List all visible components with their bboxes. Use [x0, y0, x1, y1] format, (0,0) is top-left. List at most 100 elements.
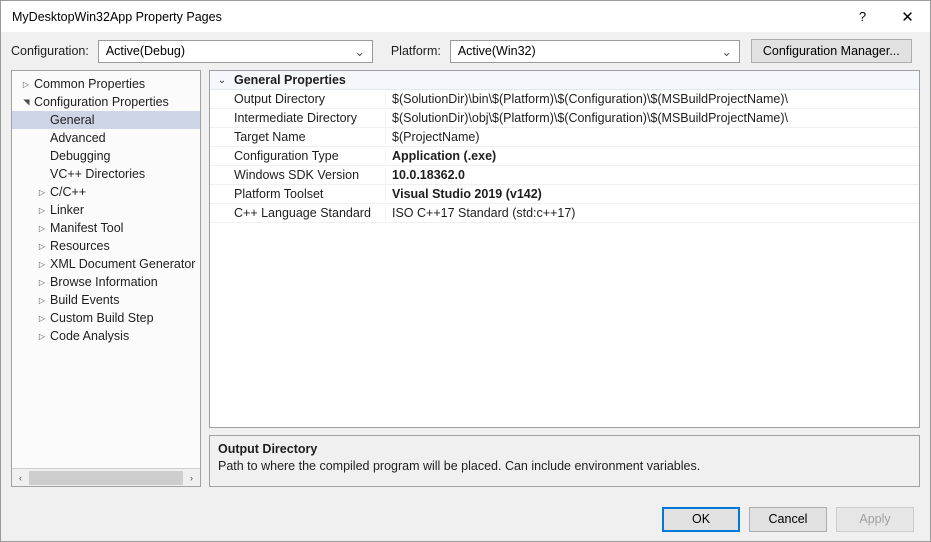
tree-item-manifest-tool[interactable]: ▷ Manifest Tool [12, 219, 200, 237]
tree-item-linker[interactable]: ▷ Linker [12, 201, 200, 219]
tree-item-label: Advanced [50, 131, 106, 145]
tree-item-resources[interactable]: ▷ Resources [12, 237, 200, 255]
dialog-body: ▷ Common Properties ◢ Configuration Propert… [1, 70, 930, 497]
property-row[interactable]: C++ Language Standard ISO C++17 Standard … [210, 204, 919, 223]
tree-expander-none-icon: ▷ [34, 134, 50, 143]
tree-item-label: VC++ Directories [50, 167, 146, 181]
configuration-label: Configuration: [11, 44, 89, 58]
tree-item-general[interactable]: ▷General [12, 111, 200, 129]
property-category-header[interactable]: ⌄ General Properties [210, 71, 919, 90]
property-grid[interactable]: ⌄ General Properties Output Directory $(Sol… [209, 70, 920, 428]
scrollbar-thumb[interactable] [29, 470, 183, 485]
property-row[interactable]: Intermediate Directory $(SolutionDir)\obj… [210, 109, 919, 128]
tree-item-build-events[interactable]: ▷ Build Events [12, 291, 200, 309]
tree-item-label: Common Properties [34, 77, 146, 91]
property-value[interactable]: $(SolutionDir)\bin\$(Platform)\$(Configu… [386, 92, 919, 106]
property-row[interactable]: Configuration Type Application (.exe) [210, 147, 919, 166]
tree-item-code-analysis[interactable]: ▷ Code Analysis [12, 327, 200, 345]
description-panel: Output Directory Path to where the compi… [209, 435, 920, 487]
property-name: Platform Toolset [210, 187, 386, 201]
properties-tree[interactable]: ▷ Common Properties ◢ Configuration Propert… [12, 71, 200, 468]
tree-item-label: Linker [50, 203, 85, 217]
tree-expander-collapsed-icon[interactable]: ▷ [18, 80, 34, 89]
platform-dropdown-value: Active(Win32) [457, 44, 536, 58]
tree-item-label: Manifest Tool [50, 221, 124, 235]
property-row[interactable]: Target Name $(ProjectName) [210, 128, 919, 147]
tree-item-label: Configuration Properties [34, 95, 169, 109]
right-pane: ⌄ General Properties Output Directory $(Sol… [209, 70, 920, 487]
window-title: MyDesktopWin32App Property Pages [12, 9, 222, 24]
tree-expander-collapsed-icon[interactable]: ▷ [34, 296, 50, 305]
tree-item-vc-directories[interactable]: ▷VC++ Directories [12, 165, 200, 183]
platform-label: Platform: [390, 44, 441, 58]
property-name: Configuration Type [210, 149, 386, 163]
tree-expander-collapsed-icon[interactable]: ▷ [34, 332, 50, 341]
tree-expander-collapsed-icon[interactable]: ▷ [34, 278, 50, 287]
tree-expander-expanded-icon[interactable]: ◢ [22, 94, 31, 110]
tree-expander-collapsed-icon[interactable]: ▷ [34, 188, 50, 197]
property-name: Target Name [210, 130, 386, 144]
tree-item-label: General [50, 113, 95, 127]
tree-item-label: Code Analysis [50, 329, 130, 343]
tree-item-label: XML Document Generator [50, 257, 196, 271]
tree-item-custom-build-step[interactable]: ▷ Custom Build Step [12, 309, 200, 327]
tree-item-xml-document-generator[interactable]: ▷ XML Document Generator [12, 255, 200, 273]
title-bar: MyDesktopWin32App Property Pages ? ✕ [1, 1, 930, 32]
tree-expander-none-icon: ▷ [34, 170, 50, 179]
description-text: Path to where the compiled program will … [218, 459, 701, 473]
property-value[interactable]: 10.0.18362.0 [386, 168, 919, 182]
tree-item-label: Debugging [50, 149, 111, 163]
scroll-right-arrow-icon[interactable]: › [183, 469, 200, 486]
description-title: Output Directory [218, 442, 318, 456]
tree-item-label: Build Events [50, 293, 120, 307]
platform-dropdown[interactable]: Active(Win32) ⌄ [449, 39, 740, 63]
cancel-button[interactable]: Cancel [749, 506, 827, 532]
property-category-label: General Properties [234, 73, 346, 87]
dialog-footer: OK Cancel Apply [1, 497, 930, 541]
tree-item-advanced[interactable]: ▷Advanced [12, 129, 200, 147]
tree-item-debugging[interactable]: ▷Debugging [12, 147, 200, 165]
close-icon[interactable]: ✕ [885, 1, 930, 32]
property-row[interactable]: Windows SDK Version 10.0.18362.0 [210, 166, 919, 185]
tree-expander-collapsed-icon[interactable]: ▷ [34, 242, 50, 251]
title-bar-buttons: ? ✕ [840, 1, 930, 32]
property-pages-dialog: MyDesktopWin32App Property Pages ? ✕ Con… [0, 0, 931, 542]
help-icon[interactable]: ? [840, 1, 885, 32]
scroll-left-arrow-icon[interactable]: ‹ [12, 469, 29, 486]
property-name: Windows SDK Version [210, 168, 386, 182]
tree-item-label: Custom Build Step [50, 311, 154, 325]
tree-expander-collapsed-icon[interactable]: ▷ [34, 224, 50, 233]
property-name: Intermediate Directory [210, 111, 386, 125]
configuration-dropdown[interactable]: Active(Debug) ⌄ [97, 39, 373, 63]
apply-button: Apply [836, 506, 914, 532]
property-name: C++ Language Standard [210, 206, 386, 220]
ok-button[interactable]: OK [662, 506, 740, 532]
property-value[interactable]: $(SolutionDir)\obj\$(Platform)\$(Configu… [386, 111, 919, 125]
tree-expander-collapsed-icon[interactable]: ▷ [34, 314, 50, 323]
property-row[interactable]: Output Directory $(SolutionDir)\bin\$(Pla… [210, 90, 919, 109]
configuration-bar: Configuration: Active(Debug) ⌄ Platform:… [1, 32, 930, 70]
tree-expander-collapsed-icon[interactable]: ▷ [34, 260, 50, 269]
tree-expander-none-icon: ▷ [34, 116, 50, 125]
configuration-dropdown-value: Active(Debug) [105, 44, 186, 58]
property-value[interactable]: ISO C++17 Standard (std:c++17) [386, 206, 919, 220]
chevron-down-icon: ⌄ [354, 44, 365, 59]
tree-expander-none-icon: ▷ [34, 152, 50, 161]
property-name: Output Directory [210, 92, 386, 106]
configuration-manager-button[interactable]: Configuration Manager... [750, 39, 912, 63]
tree-item-label: C/C++ [50, 185, 87, 199]
property-value[interactable]: Application (.exe) [386, 149, 919, 163]
property-value[interactable]: $(ProjectName) [386, 130, 919, 144]
property-row[interactable]: Platform Toolset Visual Studio 2019 (v142… [210, 185, 919, 204]
property-value[interactable]: Visual Studio 2019 (v142) [386, 187, 919, 201]
tree-item-common-properties[interactable]: ▷ Common Properties [12, 75, 200, 93]
tree-item-c-c[interactable]: ▷ C/C++ [12, 183, 200, 201]
tree-item-label: Resources [50, 239, 110, 253]
tree-horizontal-scrollbar[interactable]: ‹ › [12, 468, 200, 486]
properties-tree-panel: ▷ Common Properties ◢ Configuration Propert… [11, 70, 201, 487]
tree-item-label: Browse Information [50, 275, 158, 289]
tree-item-configuration-properties[interactable]: ◢ Configuration Properties [12, 93, 200, 111]
chevron-down-icon[interactable]: ⌄ [210, 75, 234, 86]
tree-expander-collapsed-icon[interactable]: ▷ [34, 206, 50, 215]
tree-item-browse-information[interactable]: ▷ Browse Information [12, 273, 200, 291]
